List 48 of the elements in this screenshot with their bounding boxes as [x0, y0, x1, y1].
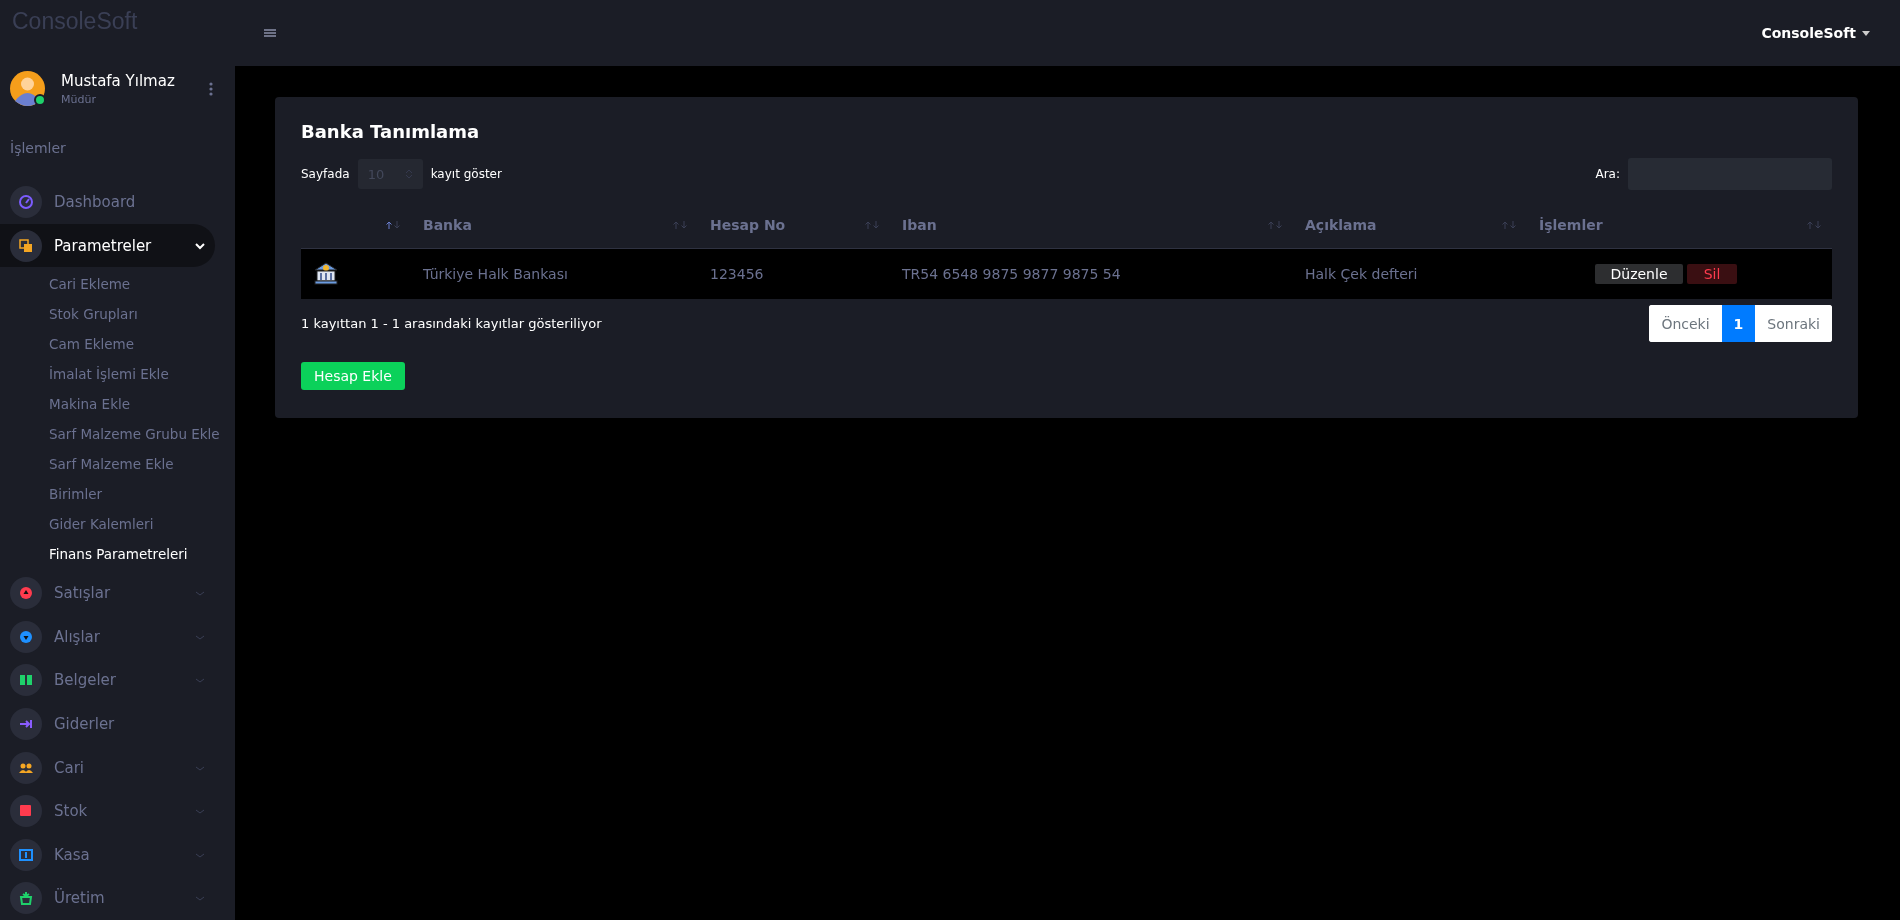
- menu-item[interactable]: Satışlar: [0, 571, 215, 615]
- section-heading: İşlemler: [9, 139, 67, 159]
- table-cell: Halk Çek defteri: [1293, 248, 1527, 299]
- submenu-item[interactable]: Stok Grupları: [0, 299, 235, 330]
- page-button[interactable]: 1: [1721, 305, 1756, 342]
- submenu-item[interactable]: Sarf Malzeme Ekle: [0, 449, 235, 480]
- sort-icon[interactable]: [385, 220, 401, 230]
- column-header[interactable]: İşlemler: [1527, 202, 1832, 249]
- more-icon[interactable]: [209, 81, 213, 96]
- menu-item[interactable]: Alışlar: [0, 615, 215, 659]
- edit-button[interactable]: Düzenle: [1595, 264, 1683, 284]
- table-cell: 123456: [698, 248, 890, 299]
- menu-item[interactable]: Parametreler: [0, 223, 215, 268]
- submenu-item[interactable]: Cari Ekleme: [0, 269, 235, 300]
- card-title: Banka Tanımlama: [301, 121, 481, 142]
- submenu-item[interactable]: Sarf Malzeme Grubu Ekle: [0, 419, 235, 450]
- avatar-icon: [10, 71, 45, 107]
- submenu-item[interactable]: Gider Kalemleri: [0, 509, 235, 540]
- delete-button[interactable]: Sil: [1687, 264, 1737, 284]
- length-label: kayıt göster: [430, 167, 502, 181]
- submenu-item[interactable]: Makina Ekle: [0, 389, 235, 420]
- column-header[interactable]: Hesap No: [698, 202, 890, 249]
- table-cell: TR54 6548 9875 9877 9875 54: [890, 248, 1293, 299]
- menu-item[interactable]: Belgeler: [0, 658, 215, 703]
- submenu-item[interactable]: İmalat İşlemi Ekle: [0, 359, 235, 390]
- column-header[interactable]: Banka: [411, 202, 698, 249]
- submenu-item[interactable]: Finans Parametreleri: [0, 539, 235, 570]
- column-header[interactable]: Açıklama: [1293, 202, 1527, 249]
- add-account-button[interactable]: Hesap Ekle: [301, 362, 405, 390]
- submenu-item[interactable]: Cam Ekleme: [0, 329, 235, 360]
- user-name: Mustafa Yılmaz: [61, 71, 175, 90]
- table-cell: Türkiye Halk Bankası: [411, 248, 698, 299]
- menu-item[interactable]: Giderler: [0, 702, 215, 746]
- menu-item[interactable]: Üretim: [0, 876, 215, 920]
- length-label: Sayfada: [301, 167, 350, 181]
- user-role: Müdür: [61, 92, 97, 106]
- column-header[interactable]: Iban: [890, 202, 1293, 249]
- user-menu[interactable]: ConsoleSoft: [1761, 25, 1870, 41]
- menu-icon[interactable]: [263, 28, 277, 38]
- menu-item[interactable]: Dashboard: [0, 180, 215, 224]
- spinner-icon: [404, 169, 413, 179]
- submenu-item[interactable]: Birimler: [0, 479, 235, 510]
- table-info: 1 kayıttan 1 - 1 arasındaki kayıtlar gösteriliyor: [301, 316, 602, 331]
- menu-item[interactable]: Cari: [0, 745, 215, 790]
- search-label: Ara:: [1595, 167, 1620, 181]
- caret-icon: [1862, 30, 1870, 36]
- menu-item[interactable]: Kasa: [0, 832, 215, 877]
- menu-item[interactable]: Stok: [0, 789, 215, 833]
